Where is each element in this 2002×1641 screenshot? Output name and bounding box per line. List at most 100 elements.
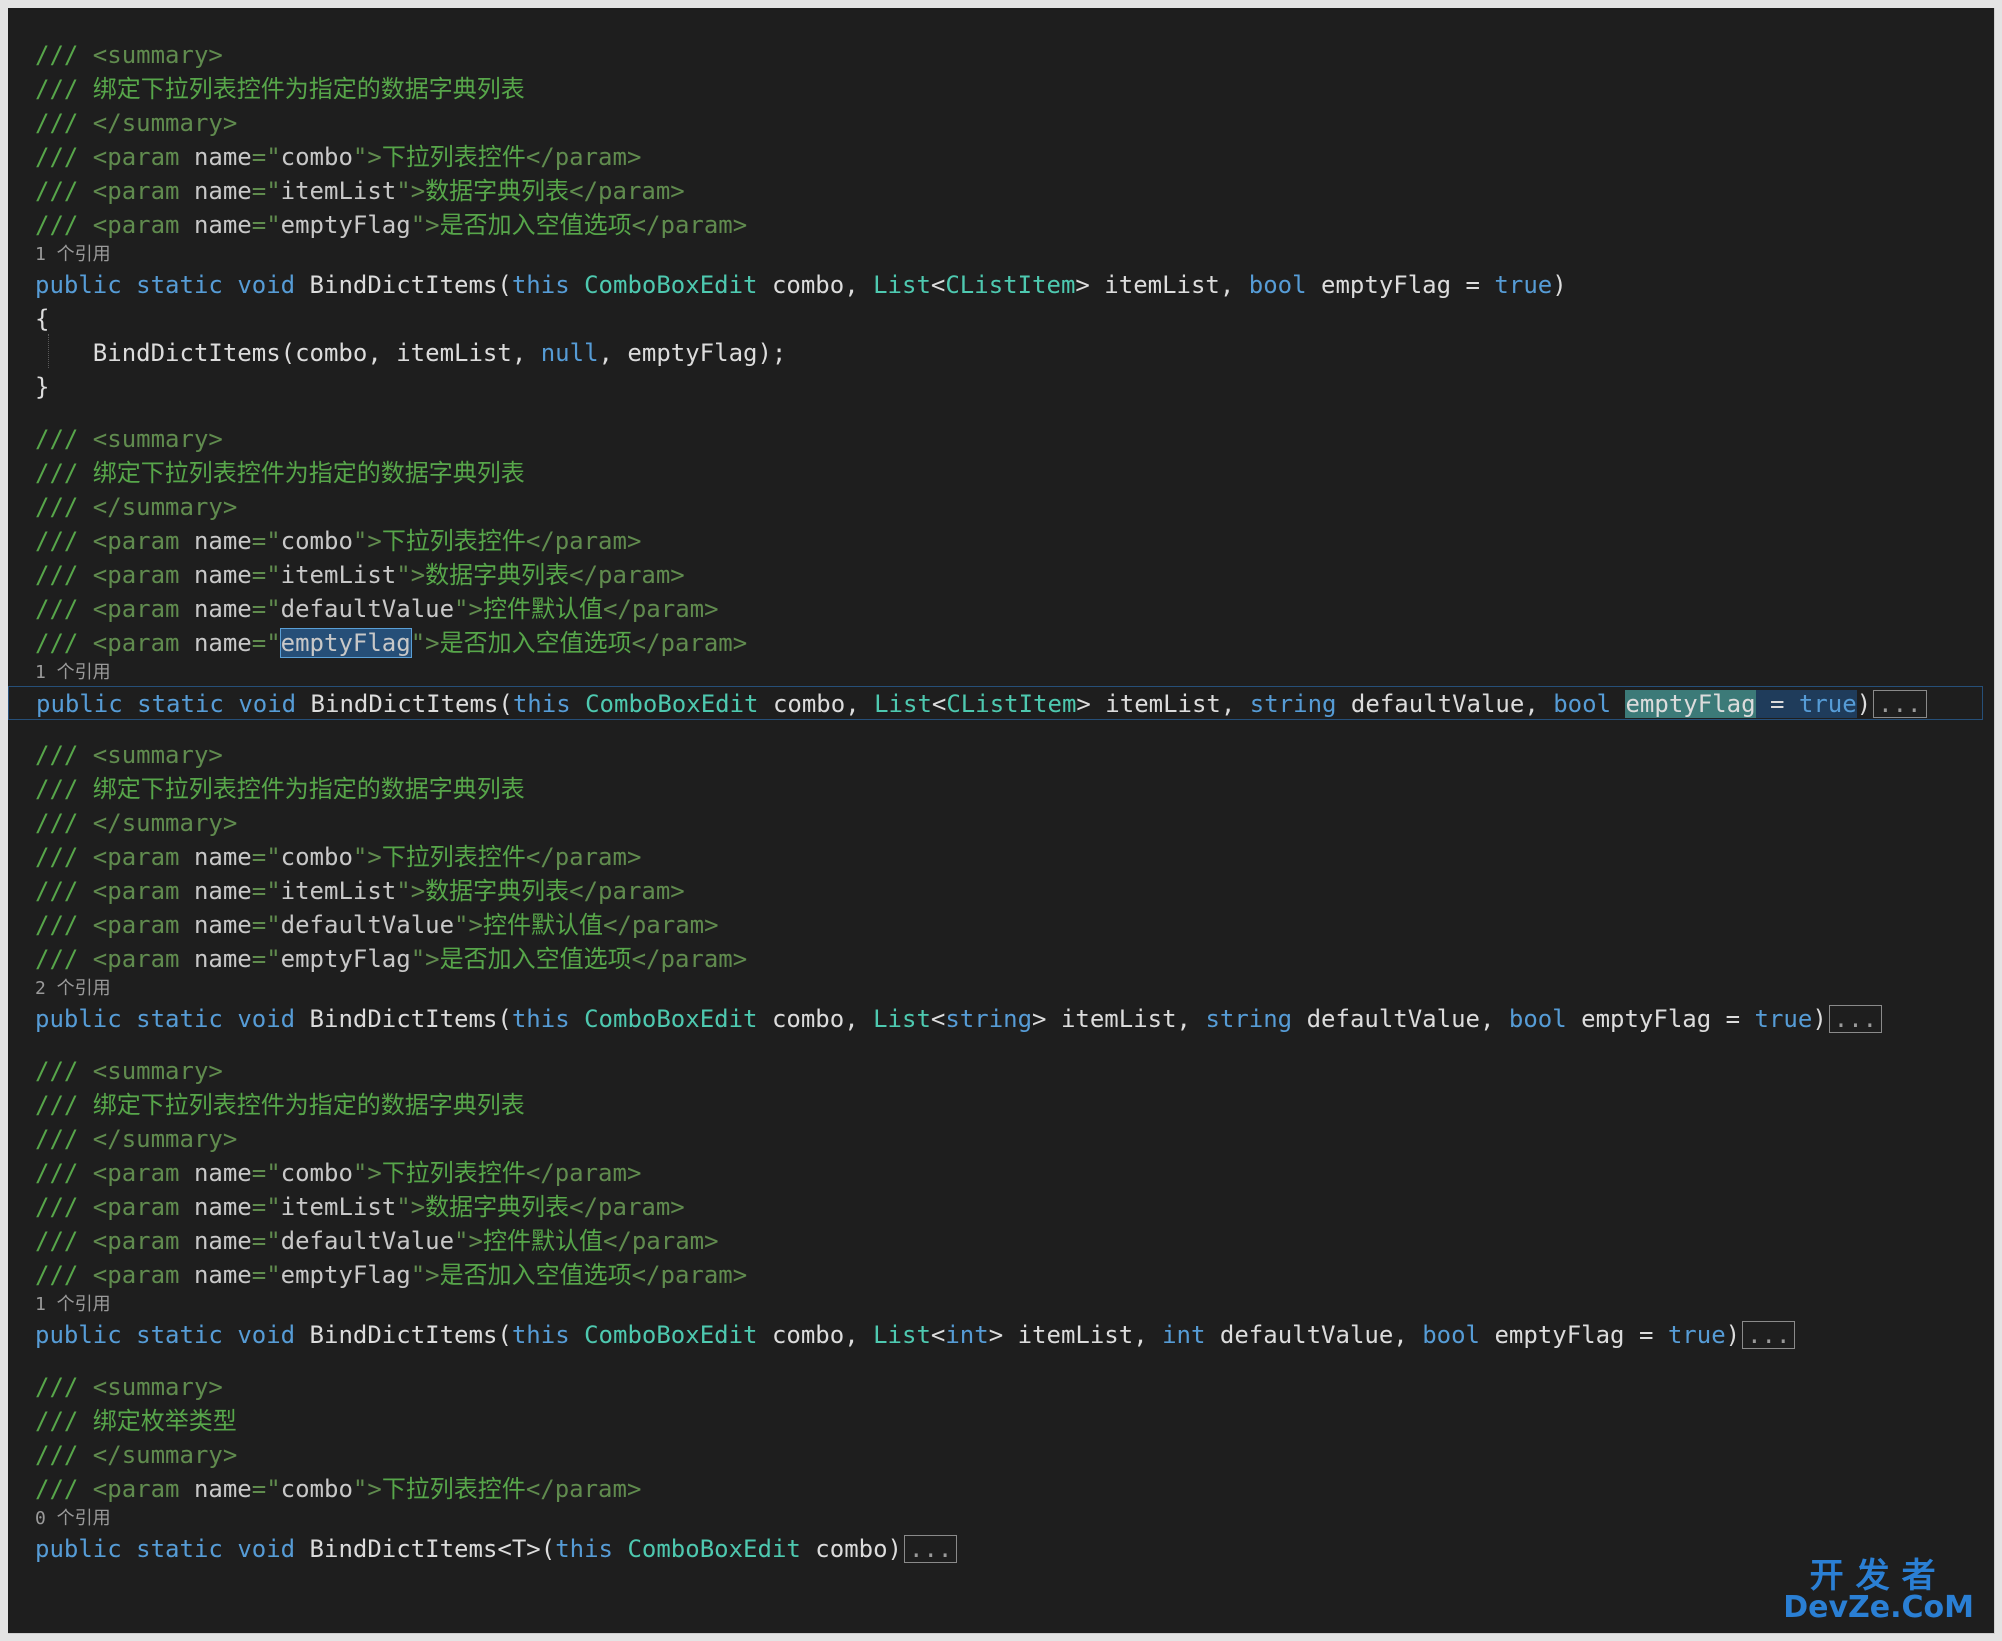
reference-count[interactable]: 2 个引用 bbox=[35, 978, 111, 999]
code-token: defaultValue bbox=[280, 1227, 455, 1255]
code-token: > itemList, bbox=[1075, 271, 1249, 299]
code-token: this bbox=[511, 1005, 570, 1033]
code-token: name bbox=[193, 1261, 252, 1289]
code-token: ) bbox=[1812, 1005, 1827, 1033]
code-token: defaultValue, bbox=[1336, 690, 1554, 718]
code-token: < bbox=[930, 1005, 946, 1033]
code-token: /// 绑定下拉列表控件为指定的数据字典列表 bbox=[35, 459, 525, 487]
code-token: void bbox=[237, 271, 296, 299]
code-token: itemList bbox=[280, 177, 397, 205]
collapsed-region-button[interactable]: ... bbox=[904, 1535, 958, 1563]
code-token: 下拉列表控件 bbox=[381, 527, 526, 555]
code-token: =" bbox=[251, 843, 281, 871]
code-token: combo bbox=[280, 143, 353, 171]
code-token: name bbox=[193, 177, 252, 205]
code-token: </param> bbox=[631, 1261, 748, 1289]
code-token: this bbox=[555, 1535, 613, 1563]
code-line: public static void BindDictItems<T>(this… bbox=[35, 1532, 1994, 1566]
code-token: /// bbox=[35, 143, 93, 171]
code-token: "> bbox=[396, 177, 426, 205]
code-token: bool bbox=[1553, 690, 1612, 718]
reference-count[interactable]: 1 个引用 bbox=[35, 662, 111, 683]
code-token: "> bbox=[410, 1261, 440, 1289]
code-token: "> bbox=[352, 843, 382, 871]
code-token: ComboBoxEdit bbox=[584, 1005, 758, 1033]
code-line: /// <summary> bbox=[35, 1370, 1994, 1404]
code-token: =" bbox=[251, 143, 281, 171]
code-token: > itemList, bbox=[1076, 690, 1250, 718]
code-lens-reference[interactable]: 1 个引用 bbox=[35, 242, 1994, 268]
code-token: </param> bbox=[569, 561, 685, 589]
code-lens-reference[interactable]: 1 个引用 bbox=[35, 660, 1994, 686]
code-editor[interactable]: /// <summary> /// 绑定下拉列表控件为指定的数据字典列表 /// <… bbox=[8, 8, 1995, 1634]
code-token: "> bbox=[410, 945, 440, 973]
code-token: =" bbox=[251, 911, 281, 939]
code-token: bool bbox=[1248, 271, 1307, 299]
code-token: "> bbox=[410, 211, 440, 239]
code-token: </param> bbox=[525, 1475, 642, 1503]
code-token: combo, bbox=[757, 271, 874, 299]
code-token: ComboBoxEdit bbox=[584, 1321, 758, 1349]
code-token: < bbox=[930, 1321, 946, 1349]
code-token: =" bbox=[251, 945, 281, 973]
code-line: /// </summary> bbox=[35, 490, 1994, 524]
code-line: /// </summary> bbox=[35, 1438, 1994, 1472]
code-token: } bbox=[35, 373, 50, 401]
code-token: itemList bbox=[280, 877, 397, 905]
code-token: , emptyFlag); bbox=[598, 339, 787, 367]
code-token: name bbox=[193, 911, 252, 939]
code-token: = bbox=[1755, 690, 1799, 718]
code-lens-reference[interactable]: 0 个引用 bbox=[35, 1506, 1994, 1532]
code-token: "> bbox=[396, 1193, 426, 1221]
code-token: =" bbox=[251, 1159, 281, 1187]
code-token: <param bbox=[92, 629, 194, 657]
code-token: </param> bbox=[631, 211, 748, 239]
code-token: void bbox=[237, 1321, 296, 1349]
code-area[interactable]: /// <summary> /// 绑定下拉列表控件为指定的数据字典列表 /// <… bbox=[8, 8, 1994, 1633]
code-token: /// bbox=[35, 843, 93, 871]
code-token: <summary> bbox=[92, 425, 223, 453]
code-token: List bbox=[874, 690, 932, 718]
code-token: emptyFlag bbox=[280, 945, 411, 973]
code-token: 下拉列表控件 bbox=[381, 1475, 526, 1503]
collapsed-region-button[interactable]: ... bbox=[1742, 1321, 1796, 1349]
code-token: <param bbox=[92, 843, 194, 871]
collapsed-region-button[interactable]: ... bbox=[1828, 1005, 1883, 1033]
code-token: < bbox=[931, 690, 947, 718]
reference-count[interactable]: 1 个引用 bbox=[35, 244, 111, 265]
code-token: ComboBoxEdit bbox=[627, 1535, 801, 1563]
code-token: emptyFlag bbox=[280, 211, 411, 239]
code-token: /// 绑定下拉列表控件为指定的数据字典列表 bbox=[35, 75, 525, 103]
code-token: 控件默认值 bbox=[482, 1227, 603, 1255]
code-lens-reference[interactable]: 2 个引用 bbox=[35, 976, 1994, 1002]
reference-count[interactable]: 1 个引用 bbox=[35, 1294, 111, 1315]
code-token: combo, bbox=[757, 1321, 874, 1349]
code-token: name bbox=[193, 877, 252, 905]
code-token: "> bbox=[454, 911, 483, 939]
code-token: </param> bbox=[525, 1159, 642, 1187]
code-token: ComboBoxEdit bbox=[585, 690, 759, 718]
code-lens-reference[interactable]: 1 个引用 bbox=[35, 1292, 1994, 1318]
code-line: public static void BindDictItems(this Co… bbox=[35, 268, 1994, 302]
code-token: this bbox=[512, 690, 571, 718]
code-line: /// <summary> bbox=[35, 422, 1994, 456]
code-line: /// <param name="itemList">数据字典列表</param… bbox=[35, 174, 1994, 208]
code-token: /// bbox=[35, 211, 93, 239]
code-token: string bbox=[945, 1005, 1033, 1033]
code-token: name bbox=[193, 1193, 252, 1221]
code-token: <param bbox=[92, 877, 194, 905]
collapsed-region-button[interactable]: ... bbox=[1873, 690, 1927, 718]
code-token: <param bbox=[92, 1475, 194, 1503]
code-token: /// bbox=[35, 1373, 93, 1401]
code-token: =" bbox=[251, 595, 281, 623]
code-token: { bbox=[35, 305, 50, 333]
code-token: /// bbox=[35, 911, 93, 939]
code-token: 是否加入空值选项 bbox=[439, 629, 632, 657]
code-token: /// bbox=[35, 1441, 93, 1469]
reference-count[interactable]: 0 个引用 bbox=[35, 1508, 111, 1529]
code-token: 是否加入空值选项 bbox=[439, 945, 632, 973]
code-token: <param bbox=[92, 177, 194, 205]
